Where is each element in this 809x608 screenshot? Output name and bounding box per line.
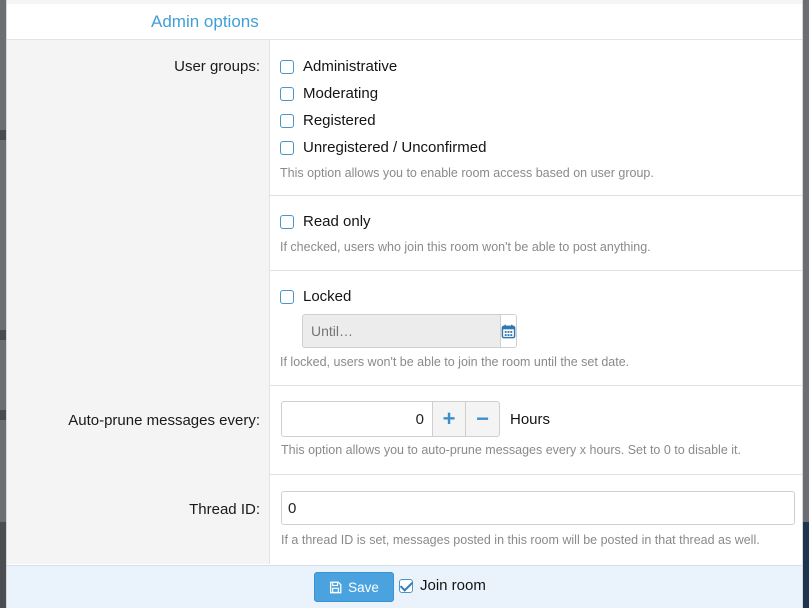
divider — [270, 474, 802, 475]
user-group-administrative[interactable]: Administrative — [280, 53, 794, 80]
increment-button[interactable]: + — [432, 401, 466, 437]
calendar-icon — [501, 324, 516, 338]
user-groups-field: Administrative Moderating Registered Unr… — [280, 53, 794, 180]
locked-checkbox[interactable] — [280, 289, 294, 304]
auto-prune-stepper: + − Hours — [281, 401, 794, 437]
thread-id-label: Thread ID: — [189, 501, 260, 518]
divider — [270, 270, 802, 271]
dialog-footer: Save Join room — [7, 565, 802, 608]
read-only-option[interactable]: Read only — [280, 208, 794, 235]
locked-help: If locked, users won't be able to join t… — [280, 355, 630, 369]
plus-icon: + — [442, 406, 456, 431]
auto-prune-label: Auto-prune messages every: — [68, 412, 260, 429]
auto-prune-help: This option allows you to auto-prune mes… — [281, 443, 741, 457]
read-only-checkbox[interactable] — [280, 214, 294, 229]
floppy-disk-icon — [330, 581, 342, 593]
calendar-button[interactable] — [500, 314, 517, 348]
thread-id-input[interactable] — [281, 491, 795, 525]
user-group-unregistered[interactable]: Unregistered / Unconfirmed — [280, 134, 794, 161]
read-only-label: Read only — [303, 213, 371, 230]
thread-id-field: If a thread ID is set, messages posted i… — [281, 491, 795, 547]
locked-field: Locked Until… If locked, users won't be … — [280, 283, 794, 369]
locked-label: Locked — [303, 288, 352, 305]
until-date-group — [302, 314, 517, 348]
locked-option[interactable]: Locked — [280, 283, 794, 310]
join-room-option[interactable]: Join room — [399, 577, 486, 594]
background-page-right — [803, 0, 809, 608]
user-group-moderating[interactable]: Moderating — [280, 80, 794, 107]
administrative-label: Administrative — [303, 58, 398, 75]
minus-icon: − — [476, 406, 489, 431]
divider — [270, 195, 802, 196]
registered-checkbox[interactable] — [280, 113, 294, 128]
auto-prune-unit: Hours — [510, 410, 551, 428]
save-label: Save — [348, 579, 379, 595]
read-only-field: Read only If checked, users who join thi… — [280, 208, 794, 254]
decrement-button[interactable]: − — [466, 401, 500, 437]
admin-options-dialog: Admin options User groups: Administrativ… — [6, 0, 803, 608]
unregistered-label: Unregistered / Unconfirmed — [303, 139, 487, 156]
admin-options-form: User groups: Administrative Moderating R… — [7, 40, 802, 564]
registered-label: Registered — [303, 112, 376, 129]
join-room-label: Join room — [420, 577, 486, 594]
section-header: Admin options — [7, 0, 802, 40]
join-room-checkbox[interactable] — [399, 578, 413, 593]
unregistered-checkbox[interactable] — [280, 140, 294, 155]
label-column — [7, 40, 270, 564]
read-only-help: If checked, users who join this room won… — [280, 240, 651, 254]
until-date-input[interactable] — [302, 314, 500, 348]
moderating-checkbox[interactable] — [280, 86, 294, 101]
auto-prune-input[interactable] — [281, 401, 432, 437]
auto-prune-field: + − Hours This option allows you to auto… — [281, 401, 794, 457]
administrative-checkbox[interactable] — [280, 59, 294, 74]
user-groups-help: This option allows you to enable room ac… — [280, 166, 654, 180]
divider — [270, 385, 802, 386]
save-button[interactable]: Save — [314, 572, 394, 602]
moderating-label: Moderating — [303, 85, 379, 102]
user-group-registered[interactable]: Registered — [280, 107, 794, 134]
section-title: Admin options — [151, 12, 259, 31]
thread-id-help: If a thread ID is set, messages posted i… — [281, 533, 760, 547]
user-groups-label: User groups: — [174, 58, 260, 75]
